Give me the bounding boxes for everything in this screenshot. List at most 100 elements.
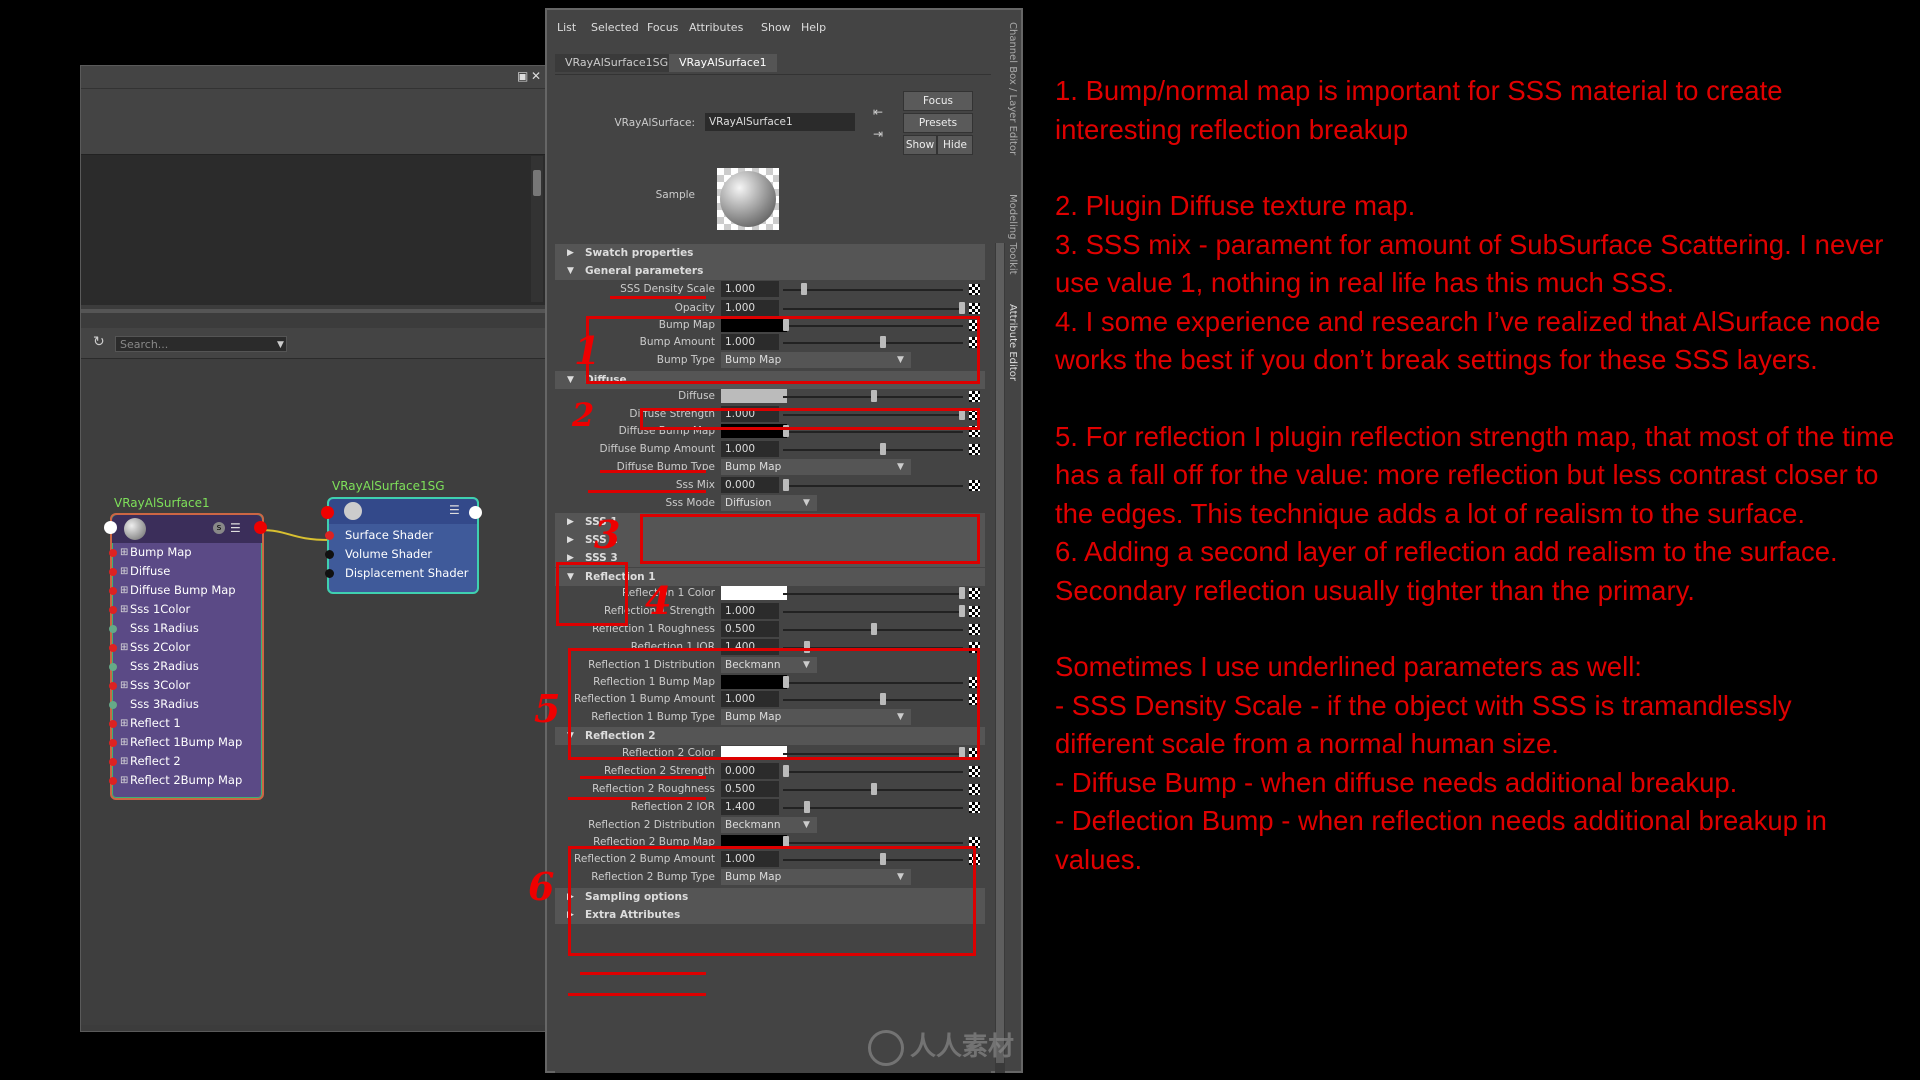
- refl1-ior-field[interactable]: 1.400: [721, 639, 779, 655]
- expand-icon[interactable]: ⊞: [120, 543, 128, 562]
- refl1-ior-handle[interactable]: [804, 641, 811, 653]
- shader-port[interactable]: ⊞ Reflect 1: [109, 714, 262, 733]
- expand-icon[interactable]: ▶: [567, 513, 574, 531]
- refl2-ior-handle[interactable]: [804, 801, 811, 813]
- refl1-bump-amount-handle[interactable]: [879, 693, 886, 705]
- tab-shader[interactable]: VRayAlSurface1: [669, 54, 777, 72]
- tab-attribute-editor[interactable]: Attribute Editor: [1007, 304, 1018, 381]
- refl1-bump-amount-map-icon[interactable]: [969, 694, 980, 705]
- swatch-icon[interactable]: s: [213, 522, 225, 534]
- list-icon[interactable]: ☰: [230, 521, 241, 535]
- refl1-bump-type-select[interactable]: Bump Map: [721, 709, 911, 725]
- refl2-color-handle[interactable]: [959, 747, 965, 759]
- collapse-icon[interactable]: ▼: [567, 371, 574, 389]
- port-dot[interactable]: [109, 682, 117, 690]
- expand-icon[interactable]: ▶: [567, 244, 574, 262]
- refl1-strength-field[interactable]: 1.000: [721, 603, 779, 619]
- sg-port[interactable]: Displacement Shader: [325, 564, 477, 583]
- menu-attributes[interactable]: Attributes: [689, 21, 743, 34]
- sss-mix-handle[interactable]: [783, 479, 789, 491]
- chevron-down-icon[interactable]: ▼: [277, 340, 284, 350]
- expand-icon[interactable]: ⊞: [120, 600, 128, 619]
- shader-port[interactable]: ⊞ Sss 3Color: [109, 676, 262, 695]
- chevron-down-icon[interactable]: ▼: [803, 660, 810, 670]
- sg-port[interactable]: Volume Shader: [325, 545, 477, 564]
- refl2-color-swatch[interactable]: [721, 746, 787, 760]
- section-swatch[interactable]: ▶ Swatch properties: [555, 244, 985, 262]
- shader-port[interactable]: Sss 1Radius: [109, 619, 262, 638]
- collapse-icon[interactable]: ▼: [567, 727, 574, 745]
- refl1-bump-map-map-icon[interactable]: [969, 677, 980, 688]
- port-dot[interactable]: [109, 701, 117, 709]
- port-dot[interactable]: [109, 549, 117, 557]
- input-port[interactable]: [321, 506, 334, 519]
- refl1-roughness-map-icon[interactable]: [969, 624, 980, 635]
- port-dot[interactable]: [109, 758, 117, 766]
- bump-amount-map-icon[interactable]: [969, 337, 980, 348]
- chevron-down-icon[interactable]: ▼: [803, 820, 810, 830]
- output-port[interactable]: [254, 521, 267, 534]
- shader-node[interactable]: s ☰ ⊞ Bump Map ⊞ Diffuse ⊞ Diffuse Bump Map ⊞ S…: [104, 513, 267, 800]
- panel-divider[interactable]: [81, 309, 546, 313]
- diffuse-bump-amount-field[interactable]: 1.000: [721, 441, 779, 457]
- sss-mix-map-icon[interactable]: [969, 480, 980, 491]
- expand-icon[interactable]: ▶: [567, 531, 574, 549]
- expand-icon[interactable]: ⊞: [120, 638, 128, 657]
- refl1-strength-track[interactable]: [783, 611, 963, 613]
- refresh-icon[interactable]: ↻: [93, 334, 105, 350]
- expand-icon[interactable]: ⊞: [120, 771, 128, 790]
- refl1-ior-map-icon[interactable]: [969, 642, 980, 653]
- shading-group-node[interactable]: ☰ Surface Shader Volume Shader Displacemen…: [321, 497, 482, 594]
- refl1-bump-amount-field[interactable]: 1.000: [721, 691, 779, 707]
- chevron-down-icon[interactable]: ▼: [897, 872, 904, 882]
- bump-type-select[interactable]: Bump Map: [721, 352, 911, 368]
- refl2-ior-field[interactable]: 1.400: [721, 799, 779, 815]
- ae-scrollbar[interactable]: [995, 243, 1005, 1073]
- section-sss2[interactable]: ▶ SSS 2: [555, 531, 985, 549]
- port-dot[interactable]: [109, 720, 117, 728]
- port-dot[interactable]: [109, 663, 117, 671]
- port-dot[interactable]: [109, 587, 117, 595]
- collapse-icon[interactable]: ▼: [567, 262, 574, 280]
- shader-port[interactable]: ⊞ Diffuse: [109, 562, 262, 581]
- diffuse-strength-track[interactable]: [783, 414, 963, 416]
- expand-icon[interactable]: ▶: [567, 549, 574, 567]
- diffuse-strength-handle[interactable]: [959, 408, 965, 420]
- opacity-map-icon[interactable]: [969, 303, 980, 314]
- port-dot[interactable]: [109, 739, 117, 747]
- shader-port[interactable]: ⊞ Reflect 2Bump Map: [109, 771, 262, 790]
- menu-focus[interactable]: Focus: [647, 21, 678, 34]
- shader-port[interactable]: ⊞ Sss 2Color: [109, 638, 262, 657]
- tab-shading-group[interactable]: VRayAlSurface1SG: [555, 54, 679, 72]
- port-dot[interactable]: [325, 569, 334, 578]
- diffuse-bump-map-handle[interactable]: [783, 425, 789, 437]
- shader-port[interactable]: ⊞ Sss 1Color: [109, 600, 262, 619]
- bin-scrollbar[interactable]: [531, 156, 543, 302]
- opacity-track[interactable]: [783, 308, 963, 310]
- input-port[interactable]: [104, 521, 117, 534]
- port-dot[interactable]: [325, 531, 334, 540]
- refl2-roughness-handle[interactable]: [871, 783, 877, 795]
- sss-density-track[interactable]: [783, 289, 963, 291]
- diffuse-strength-field[interactable]: 1.000: [721, 406, 779, 422]
- diffuse-bump-amount-track[interactable]: [783, 449, 963, 451]
- close-icon[interactable]: ✕: [531, 69, 541, 83]
- refl2-bump-type-select[interactable]: Bump Map: [721, 869, 911, 885]
- refl2-color-map-icon[interactable]: [969, 748, 980, 759]
- refl2-strength-handle[interactable]: [783, 765, 789, 777]
- diffuse-bump-map-swatch[interactable]: [721, 424, 787, 438]
- tab-channel-box[interactable]: Channel Box / Layer Editor: [1007, 22, 1018, 155]
- bump-amount-handle[interactable]: [879, 336, 886, 348]
- refl1-bump-amount-track[interactable]: [783, 699, 963, 701]
- refl2-bump-amount-track[interactable]: [783, 859, 963, 861]
- refl1-color-swatch[interactable]: [721, 586, 787, 600]
- refl1-roughness-field[interactable]: 0.500: [721, 621, 779, 637]
- diffuse-bump-amount-map-icon[interactable]: [969, 444, 980, 455]
- sg-port[interactable]: Surface Shader: [325, 526, 477, 545]
- refl1-bump-map-swatch[interactable]: [721, 675, 787, 689]
- opacity-handle[interactable]: [959, 302, 965, 314]
- refl2-bump-map-map-icon[interactable]: [969, 837, 980, 848]
- section-sss1[interactable]: ▶ SSS 1: [555, 513, 985, 531]
- section-sss3[interactable]: ▶ SSS 3: [555, 549, 985, 567]
- section-reflection2[interactable]: ▼ Reflection 2: [555, 727, 985, 745]
